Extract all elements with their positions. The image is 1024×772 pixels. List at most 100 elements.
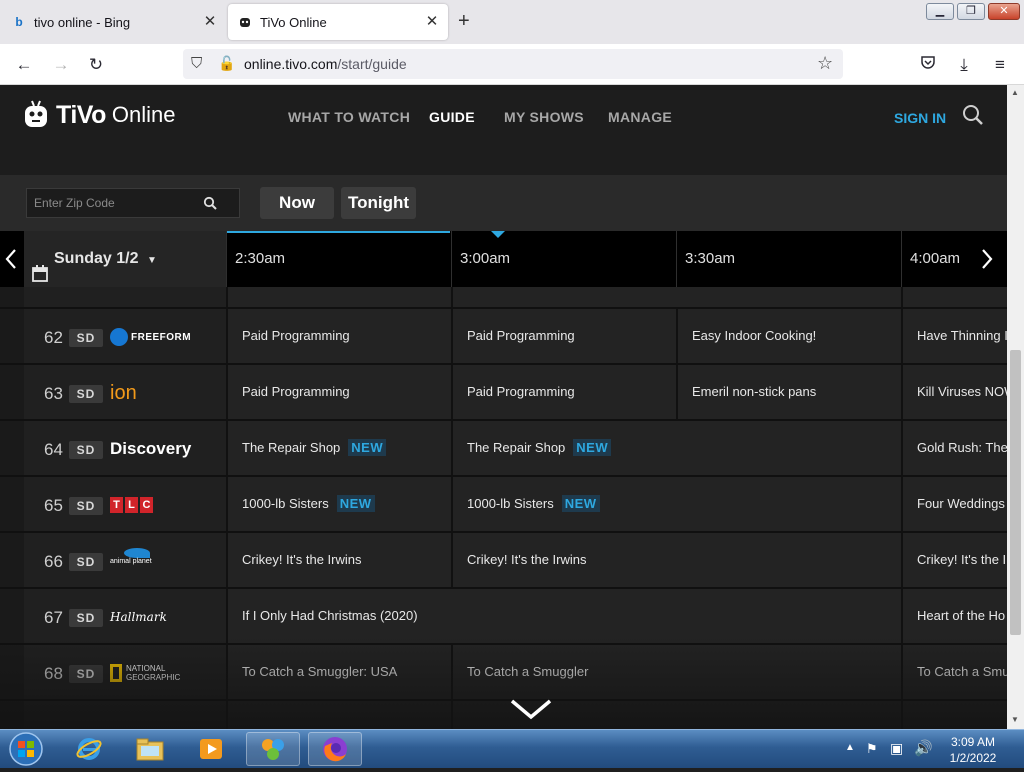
close-tab-icon[interactable]: ✕ <box>424 14 440 30</box>
pocket-icon[interactable] <box>917 54 939 76</box>
program-title: Paid Programming <box>242 328 350 343</box>
program-cell[interactable]: Heart of the Ho <box>901 589 1007 643</box>
freeform-logo: FREEFORM <box>110 324 191 350</box>
program-cell[interactable]: 1000-lb Sisters NEW <box>226 477 451 531</box>
new-badge: NEW <box>573 439 612 456</box>
program-cell[interactable]: Four Weddings <box>901 477 1007 531</box>
download-icon[interactable]: ⤓ <box>953 54 975 76</box>
now-button[interactable]: Now <box>260 187 334 219</box>
program-cell[interactable]: To Catch a Smu <box>901 645 1007 699</box>
program-cell[interactable]: Kill Viruses NOW <box>901 365 1007 419</box>
media-player-icon[interactable] <box>184 732 238 766</box>
program-cell[interactable] <box>901 701 1007 729</box>
time-slot: 2:30am <box>226 231 450 287</box>
program-cell[interactable]: If I Only Had Christmas (2020) <box>226 589 901 643</box>
new-tab-plus-icon[interactable]: + <box>458 10 470 32</box>
channel-cell[interactable]: 66 SD animal planet <box>24 533 226 587</box>
program-cell[interactable]: Easy Indoor Cooking! <box>676 309 901 363</box>
program-title: To Catch a Smuggler: USA <box>242 664 398 679</box>
program-cell[interactable] <box>226 701 451 729</box>
program-cell[interactable]: The Repair Shop NEW <box>226 421 451 475</box>
program-cell[interactable]: 1000-lb Sisters NEW <box>451 477 901 531</box>
program-cell[interactable]: Have Thinning I <box>901 309 1007 363</box>
tab-tivo-online[interactable]: TiVo Online ✕ <box>228 4 448 40</box>
table-row: 64 SD Discovery The Repair Shop NEW The R… <box>0 421 1007 477</box>
prev-time-arrow-icon[interactable] <box>0 231 24 287</box>
close-tab-icon[interactable]: ✕ <box>202 14 218 30</box>
tab-bing[interactable]: b tivo online - Bing ✕ <box>0 4 226 40</box>
menu-icon[interactable]: ≡ <box>989 54 1011 76</box>
program-title: Four Weddings <box>917 496 1005 511</box>
search-icon[interactable] <box>962 104 984 131</box>
scrollbar-thumb[interactable] <box>1010 350 1021 635</box>
program-cell[interactable]: Paid Programming <box>226 309 451 363</box>
restore-window-icon[interactable]: ❐ <box>957 3 985 20</box>
table-row: 65 SD TLC 1000-lb Sisters NEW 1000-lb Sis… <box>0 477 1007 533</box>
program-title: To Catch a Smu <box>917 664 1007 679</box>
nav-my-shows[interactable]: MY SHOWS <box>504 109 584 125</box>
page-scrollbar[interactable]: ▲ ▼ <box>1007 85 1024 729</box>
nav-what-to-watch[interactable]: WHAT TO WATCH <box>288 109 410 125</box>
program-cell[interactable]: Crikey! It's the I <box>901 533 1007 587</box>
channel-cell[interactable]: 65 SD TLC <box>24 477 226 531</box>
program-cell[interactable] <box>901 287 1007 307</box>
channel-cell[interactable] <box>24 287 226 307</box>
program-cell[interactable]: Paid Programming <box>451 309 676 363</box>
remote-app-icon[interactable] <box>246 732 300 766</box>
channel-cell[interactable]: 64 SD Discovery <box>24 421 226 475</box>
tab-title: tivo online - Bing <box>34 14 131 30</box>
program-cell[interactable] <box>226 287 451 307</box>
next-time-arrow-icon[interactable] <box>972 231 1000 287</box>
channel-cell[interactable]: 68 SD NATIONAL GEOGRAPHIC <box>24 645 226 699</box>
program-cell[interactable]: Crikey! It's the Irwins <box>226 533 451 587</box>
row-gutter <box>0 365 24 419</box>
program-cell[interactable]: Paid Programming <box>451 365 676 419</box>
program-title: Emeril non-stick pans <box>692 384 817 399</box>
flag-icon[interactable]: ⚑ <box>866 741 878 757</box>
bookmark-star-icon[interactable]: ☆ <box>817 53 833 74</box>
tivo-logo[interactable]: TiVo Online <box>24 99 175 131</box>
program-cell[interactable]: Gold Rush: The <box>901 421 1007 475</box>
firefox-icon[interactable] <box>308 732 362 766</box>
channel-cell[interactable]: 62 SD FREEFORM <box>24 309 226 363</box>
file-explorer-icon[interactable] <box>123 732 177 766</box>
program-cell[interactable]: Paid Programming <box>226 365 451 419</box>
hallmark-logo: Hallmark <box>110 610 167 624</box>
volume-icon[interactable]: 🔊 <box>914 739 933 757</box>
tonight-button[interactable]: Tonight <box>341 187 416 219</box>
back-arrow-icon[interactable]: ← <box>13 54 35 76</box>
network-icon[interactable]: ▣ <box>890 740 903 757</box>
channel-cell[interactable]: 67 SD Hallmark <box>24 589 226 643</box>
program-title: Kill Viruses NOW <box>917 384 1007 399</box>
nav-manage[interactable]: MANAGE <box>608 109 672 125</box>
minimize-window-icon[interactable]: ▁ <box>926 3 954 20</box>
scroll-down-icon[interactable]: ▼ <box>1011 715 1019 724</box>
nav-guide[interactable]: GUIDE <box>429 109 475 125</box>
channel-cell[interactable] <box>24 701 226 729</box>
sign-in-link[interactable]: SIGN IN <box>894 110 946 126</box>
channel-cell[interactable]: 63 SD ion <box>24 365 226 419</box>
program-cell[interactable]: Crikey! It's the Irwins <box>451 533 901 587</box>
lock-icon[interactable]: 🔓 <box>218 55 235 72</box>
forward-arrow-icon[interactable]: → <box>50 54 72 76</box>
close-window-icon[interactable]: ✕ <box>988 3 1020 20</box>
program-cell[interactable]: Emeril non-stick pans <box>676 365 901 419</box>
program-cell[interactable]: To Catch a Smuggler: USA <box>226 645 451 699</box>
date-selector[interactable]: Sunday 1/2 ▼ <box>24 231 226 287</box>
reload-icon[interactable]: ↻ <box>85 54 107 76</box>
program-cell[interactable]: To Catch a Smuggler <box>451 645 901 699</box>
zip-search-icon[interactable] <box>203 196 217 215</box>
program-cell[interactable]: The Repair Shop NEW <box>451 421 901 475</box>
program-cell[interactable] <box>451 287 901 307</box>
start-button-icon[interactable] <box>6 731 46 767</box>
tray-expand-icon[interactable]: ▲ <box>845 742 855 753</box>
taskbar-clock[interactable]: 3:09 AM 1/2/2022 <box>938 734 1008 766</box>
zip-code-input[interactable] <box>27 189 207 217</box>
scroll-down-chevron-icon[interactable] <box>508 697 554 726</box>
scroll-up-icon[interactable]: ▲ <box>1011 88 1019 97</box>
address-bar[interactable]: ⛉ 🔓 online.tivo.com/start/guide ☆ <box>183 49 843 79</box>
quality-badge: SD <box>69 329 103 347</box>
shield-icon[interactable]: ⛉ <box>191 55 202 72</box>
windows-taskbar: ▲ ⚑ ▣ 🔊 3:09 AM 1/2/2022 <box>0 729 1024 768</box>
internet-explorer-icon[interactable] <box>62 732 116 766</box>
